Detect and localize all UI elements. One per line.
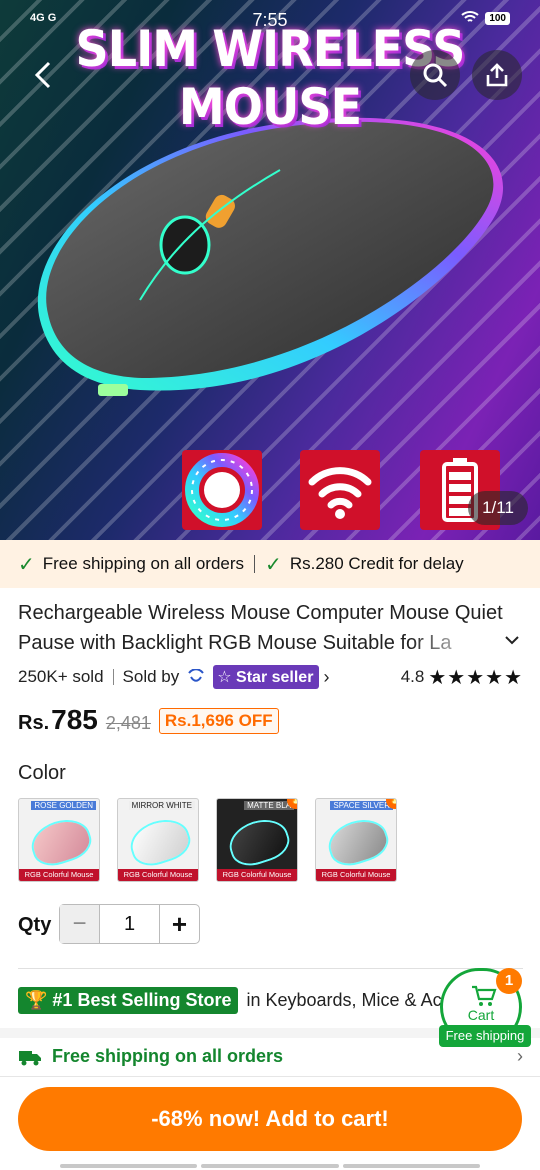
color-option-space-silver[interactable]: SPACE SILVER RGB Colorful Mouse 🔥 [315,798,397,882]
chevron-left-icon [34,61,51,89]
cart-free-shipping-tag: Free shipping [439,1025,531,1047]
divider [18,968,523,969]
price-row: Rs. 785 2,481 Rs.1,696 OFF [18,704,279,737]
price-value: 785 [51,704,98,735]
color-option-mirror-white[interactable]: MIRROR WHITE RGB Colorful Mouse [117,798,199,882]
discount-badge: Rs.1,696 OFF [158,708,279,734]
product-meta-row: 250K+ sold Sold by ☆ Star seller › 4.8 ★… [18,664,523,690]
color-option-caption: RGB Colorful Mouse [19,869,99,881]
chevron-right-icon: › [517,1046,523,1066]
rating-stars-icon: ★★★★★ [428,666,523,689]
share-icon [486,63,508,87]
product-image-gallery[interactable]: 4G G 7:55 100 SLIM WIRELESS MOUSE 1/11 [0,0,540,540]
mouse-product-photo [37,117,504,396]
cart-label: Cart [467,1007,495,1023]
divider [0,1076,540,1077]
color-option-caption: RGB Colorful Mouse [316,869,396,881]
best-selling-label: #1 Best Selling Store [52,990,232,1010]
color-option-caption: RGB Colorful Mouse [217,869,297,881]
chevron-right-icon[interactable]: › [323,667,329,688]
back-button[interactable] [18,50,68,100]
increase-qty-button[interactable]: + [159,905,199,943]
search-button[interactable] [410,50,460,100]
checkmark-icon: ✓ [265,553,282,576]
wireless-feature-icon [300,450,380,530]
truck-icon [19,1050,41,1065]
qty-label: Qty [18,914,52,936]
seller-logo-icon[interactable] [187,667,205,686]
shipping-benefits-banner: ✓ Free shipping on all orders ✓ Rs.280 C… [0,540,540,588]
search-icon [423,63,448,88]
star-seller-badge[interactable]: ☆ Star seller [213,665,320,689]
chevron-down-icon [505,636,519,645]
best-selling-store-row[interactable]: 🏆 #1 Best Selling Store in Keyboards, Mi… [18,987,451,1014]
qty-value[interactable]: 1 [100,913,159,936]
color-option-name: MIRROR WHITE [128,801,195,810]
color-option-name: ROSE GOLDEN [31,801,96,810]
divider [254,555,256,573]
cart-count-badge: 1 [496,968,522,994]
best-selling-badge: 🏆 #1 Best Selling Store [18,987,239,1014]
color-option-caption: RGB Colorful Mouse [118,869,198,881]
color-option-matte-black[interactable]: MATTE BLA RGB Colorful Mouse 🔥 [216,798,298,882]
free-shipping-row[interactable]: Free shipping on all orders › [18,1046,523,1067]
store-category: in Keyboards, Mice & Acc [246,990,451,1010]
color-option-name: SPACE SILVER [330,801,393,810]
add-to-cart-button[interactable]: -68% now! Add to cart! [18,1087,522,1151]
star-seller-label: Star seller [236,669,314,686]
rgb-light-feature-icon [182,450,262,530]
mouse-thumbnail [226,815,292,869]
free-shipping-row-text: Free shipping on all orders [52,1046,284,1066]
mouse-thumbnail [28,815,94,869]
color-option-rose-golden[interactable]: ROSE GOLDEN RGB Colorful Mouse [18,798,100,882]
price-currency: Rs. [18,712,50,734]
color-label: Color [18,762,66,784]
share-button[interactable] [472,50,522,100]
gesture-bar [60,1164,480,1168]
rating-value: 4.8 [400,667,425,686]
checkmark-icon: ✓ [18,553,35,576]
divider [112,669,114,685]
expand-title-button[interactable] [504,630,520,651]
mouse-thumbnail [325,815,391,869]
original-price: 2,481 [105,713,151,733]
sold-count: 250K+ sold [18,667,104,686]
mouse-thumbnail [127,815,193,869]
sold-by-label: Sold by [122,667,180,686]
decrease-qty-button[interactable]: − [60,905,100,943]
color-options: ROSE GOLDEN RGB Colorful Mouse MIRROR WH… [18,798,397,882]
quantity-stepper: − 1 + [59,904,200,944]
title-fade-overlay [410,628,500,658]
free-shipping-text: Free shipping on all orders [42,554,245,573]
rating[interactable]: 4.8 ★★★★★ [401,665,523,690]
image-counter: 1/11 [468,491,528,525]
delay-credit-text: Rs.280 Credit for delay [289,554,464,573]
